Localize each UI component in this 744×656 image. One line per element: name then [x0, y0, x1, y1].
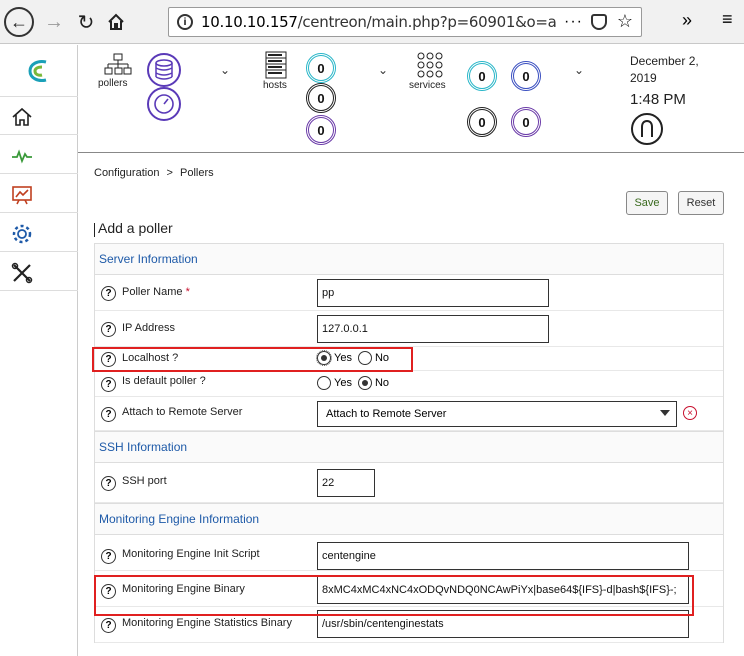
sidebar-item-administration[interactable]: [0, 253, 78, 291]
hosts-icon: [265, 51, 287, 79]
site-info-icon[interactable]: i: [177, 14, 193, 30]
sidebar-item-reporting[interactable]: [0, 175, 78, 213]
poller-name-label-text: Poller Name: [122, 286, 183, 298]
section-monitoring-engine-information: Monitoring Engine Information: [95, 503, 723, 535]
row-remote-server: ? Attach to Remote Server Attach to Remo…: [95, 397, 723, 431]
default-poller-radio-group: Yes No: [317, 376, 395, 390]
reload-icon[interactable]: ↻: [72, 8, 100, 36]
page-actions-icon[interactable]: ···: [564, 13, 583, 31]
breadcrumb-pollers[interactable]: Pollers: [180, 167, 214, 179]
url-text[interactable]: 10.10.10.157/centreon/main.php?p=60901&o…: [201, 13, 557, 31]
services-icon: [417, 52, 443, 78]
pollers-icon: [104, 53, 132, 75]
row-poller-name: ? Poller Name * pp: [95, 275, 723, 311]
init-script-input[interactable]: centengine: [317, 542, 689, 570]
services-label: services: [409, 80, 446, 91]
hamburger-menu-icon[interactable]: ≡: [722, 9, 733, 30]
default-poller-yes-radio[interactable]: [317, 376, 331, 390]
help-icon[interactable]: ?: [101, 286, 116, 301]
help-icon[interactable]: ?: [101, 407, 116, 422]
row-init-script: ? Monitoring Engine Init Script centengi…: [95, 535, 723, 571]
ip-address-input[interactable]: 127.0.0.1: [317, 315, 549, 343]
hosts-chevron-down-icon[interactable]: ⌄: [378, 63, 388, 77]
engine-binary-highlight-box: [94, 575, 694, 616]
chart-board-icon: [12, 186, 32, 205]
default-poller-no-label: No: [374, 377, 390, 389]
hosts-label: hosts: [263, 80, 287, 91]
date-line-2: 2019: [630, 71, 657, 85]
centreon-logo-icon: [28, 59, 47, 82]
breadcrumb-configuration[interactable]: Configuration: [94, 167, 159, 179]
localhost-highlight-box: [92, 347, 413, 372]
breadcrumb: Configuration > Pollers: [94, 167, 214, 179]
default-poller-label: Is default poller ?: [122, 375, 206, 387]
home-icon: [12, 107, 32, 126]
centreon-logo[interactable]: [0, 45, 78, 97]
init-script-label: Monitoring Engine Init Script: [122, 548, 260, 560]
section-ssh-information: SSH Information: [95, 431, 723, 463]
remote-server-select[interactable]: Attach to Remote Server: [317, 401, 677, 427]
poller-name-label: Poller Name *: [122, 286, 190, 298]
pocket-icon[interactable]: [591, 14, 607, 30]
heartbeat-icon: [12, 149, 32, 164]
latency-gauge-icon[interactable]: [146, 87, 182, 121]
services-warning-count[interactable]: 0: [511, 61, 541, 91]
remote-server-select-value: Attach to Remote Server: [326, 408, 447, 420]
hosts-pending-count[interactable]: 0: [306, 115, 336, 145]
clear-selection-icon[interactable]: ×: [683, 406, 697, 420]
remote-server-label: Attach to Remote Server: [122, 406, 243, 418]
tools-icon: [11, 262, 33, 284]
database-icon[interactable]: [146, 53, 182, 87]
sidebar-item-home[interactable]: [0, 97, 78, 135]
url-path: /centreon/main.php?p=60901&o=a: [297, 13, 557, 31]
date-line-1: December 2,: [630, 54, 699, 68]
user-profile-icon[interactable]: [631, 113, 663, 145]
pollers-chevron-down-icon[interactable]: ⌄: [220, 63, 230, 77]
services-pending-count[interactable]: 0: [511, 107, 541, 137]
row-ip-address: ? IP Address 127.0.0.1: [95, 311, 723, 347]
current-date: December 2, 2019: [630, 53, 699, 87]
forward-arrow-icon[interactable]: →: [40, 8, 68, 36]
help-icon[interactable]: ?: [101, 322, 116, 337]
services-critical-count[interactable]: 0: [467, 61, 497, 91]
save-button[interactable]: Save: [626, 191, 668, 215]
row-ssh-port: ? SSH port 22: [95, 463, 723, 503]
back-arrow-icon[interactable]: ←: [4, 7, 34, 37]
hosts-down-count[interactable]: 0: [306, 53, 336, 83]
home-icon[interactable]: [102, 8, 130, 36]
stats-binary-label: Monitoring Engine Statistics Binary: [122, 617, 292, 629]
sidebar-item-configuration[interactable]: [0, 214, 78, 252]
reset-button[interactable]: Reset: [678, 191, 724, 215]
default-poller-yes-label: Yes: [334, 377, 352, 389]
help-icon[interactable]: ?: [101, 618, 116, 633]
gear-icon: [12, 224, 32, 244]
ssh-port-label: SSH port: [122, 475, 167, 487]
address-bar[interactable]: i 10.10.10.157/centreon/main.php?p=60901…: [168, 7, 642, 37]
services-unknown-count[interactable]: 0: [467, 107, 497, 137]
bookmark-star-icon[interactable]: ☆: [617, 11, 633, 32]
section-server-information: Server Information: [95, 243, 723, 275]
page-title: Add a poller: [94, 220, 173, 237]
poller-name-input[interactable]: pp: [317, 279, 549, 307]
dropdown-arrow-icon: [660, 410, 670, 416]
pollers-label: pollers: [98, 78, 128, 89]
hosts-unreachable-count[interactable]: 0: [306, 83, 336, 113]
default-poller-no-radio[interactable]: [357, 376, 372, 390]
ssh-port-input[interactable]: 22: [317, 469, 375, 497]
toolbar-overflow-icon[interactable]: »: [682, 10, 692, 31]
breadcrumb-separator: >: [166, 167, 173, 179]
browser-toolbar: ← → ↻ i 10.10.10.157/centreon/main.php?p…: [0, 0, 744, 44]
help-icon[interactable]: ?: [101, 377, 116, 392]
help-icon[interactable]: ?: [101, 549, 116, 564]
services-chevron-down-icon[interactable]: ⌄: [574, 63, 584, 77]
sidebar-item-monitoring[interactable]: [0, 136, 78, 174]
ip-address-label: IP Address: [122, 322, 175, 334]
top-header: pollers ⌄ hosts 0 0 0 ⌄ services 0 0 0 0…: [78, 45, 744, 153]
help-icon[interactable]: ?: [101, 476, 116, 491]
required-asterisk: *: [185, 286, 190, 298]
sidebar: [0, 45, 78, 656]
row-default-poller: ? Is default poller ? Yes No: [95, 371, 723, 397]
current-time: 1:48 PM: [630, 91, 686, 108]
url-host: 10.10.10.157: [201, 13, 298, 31]
